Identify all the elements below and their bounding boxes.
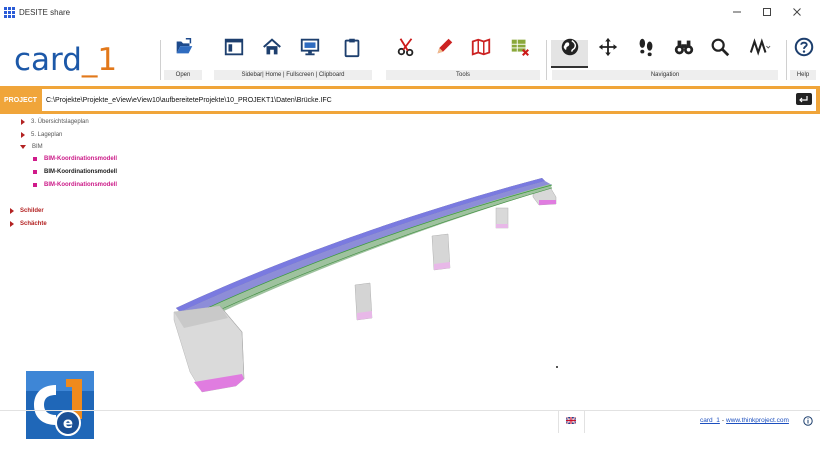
tree-item-bim-model[interactable]: BIM-Koordinationsmodell xyxy=(33,153,117,164)
clipboard-icon xyxy=(344,38,360,58)
ribbon-toolbar: card_1 Open Sidebar| Home | Fullscreen |… xyxy=(0,28,820,82)
bridge-pier xyxy=(431,233,451,271)
binoculars-icon xyxy=(674,40,694,55)
app-grid-icon xyxy=(4,7,15,18)
project-bar: PROJECT C:\Projekte\Projekte_eView\eView… xyxy=(0,86,820,114)
project-path-field[interactable]: C:\Projekte\Projekte_eView\eView10\aufbe… xyxy=(42,89,816,111)
group-label-view: Sidebar| Home | Fullscreen | Clipboard xyxy=(214,70,372,80)
markup-button[interactable] xyxy=(428,30,460,64)
tree-item-bim[interactable]: BIM xyxy=(20,141,43,152)
card1-link[interactable]: card_1 xyxy=(700,417,720,424)
window-title: DESITE share xyxy=(19,7,71,17)
fullscreen-button[interactable] xyxy=(294,30,326,64)
footer-separator: - xyxy=(721,417,725,424)
move-arrows-icon xyxy=(598,37,618,57)
tree-item-label: 3. Übersichtslageplan xyxy=(31,118,89,125)
expand-arrow-icon[interactable] xyxy=(10,207,14,214)
tree-item-label: BIM xyxy=(32,143,43,150)
help-button[interactable] xyxy=(788,30,820,64)
ribbon-divider xyxy=(786,40,787,80)
tree-item-label: 5. Lageplan xyxy=(31,131,63,138)
pencil-icon xyxy=(437,38,453,54)
tree-item-bim-model[interactable]: BIM-Koordinationsmodell xyxy=(33,166,117,177)
group-label-tools: Tools xyxy=(386,70,540,80)
cut-button[interactable] xyxy=(390,30,422,64)
bridge-pier xyxy=(495,207,509,229)
ribbon-divider xyxy=(160,40,161,80)
card1-brand-logo: card_1 xyxy=(14,42,118,78)
tree-item-schaechte[interactable]: Schächte xyxy=(10,218,47,229)
table-delete-icon xyxy=(511,39,529,56)
orbit-button[interactable] xyxy=(554,30,586,64)
magnifier-icon xyxy=(711,38,730,57)
table-delete-button[interactable] xyxy=(504,30,536,64)
project-path-text: C:\Projekte\Projekte_eView\eView10\aufbe… xyxy=(46,96,332,104)
thinkproject-link[interactable]: www.thinkproject.com xyxy=(726,417,789,424)
bridge-pier xyxy=(354,282,373,321)
status-divider xyxy=(584,411,585,433)
walk-button[interactable] xyxy=(630,30,662,64)
status-bar: card_1 - www.thinkproject.com xyxy=(0,410,820,433)
sidebar-button[interactable] xyxy=(218,30,250,64)
mode-dropdown-button[interactable] xyxy=(744,30,776,64)
tree-item-bim-model[interactable]: BIM-Koordinationsmodell xyxy=(33,179,117,190)
tree-item-label: Schilder xyxy=(20,207,44,214)
title-bar: DESITE share xyxy=(0,0,820,24)
zoom-button[interactable] xyxy=(704,30,736,64)
ribbon-divider xyxy=(546,40,547,80)
layer-square-icon xyxy=(33,182,37,187)
home-button[interactable] xyxy=(256,30,288,64)
expand-arrow-icon[interactable] xyxy=(21,131,25,138)
bridge-abutment xyxy=(173,305,245,393)
map-icon xyxy=(471,38,491,56)
home-icon xyxy=(263,38,281,55)
axis-marker xyxy=(556,366,558,368)
tree-item-label: BIM-Koordinationsmodell xyxy=(44,181,117,188)
tree-item-lageplan[interactable]: 5. Lageplan xyxy=(21,129,62,140)
tree-item-label: Schächte xyxy=(20,220,47,227)
project-label: PROJECT xyxy=(4,96,38,104)
close-button[interactable] xyxy=(782,0,812,24)
group-label-open: Open xyxy=(164,70,202,80)
sidebar-window-icon xyxy=(224,38,244,56)
tree-item-uebersichtslageplan[interactable]: 3. Übersichtslageplan xyxy=(21,116,89,127)
tree-item-schilder[interactable]: Schilder xyxy=(10,205,44,216)
help-circle-icon xyxy=(794,37,814,57)
close-icon xyxy=(793,8,801,16)
minimize-button[interactable] xyxy=(722,0,752,24)
open-folder-icon xyxy=(176,38,193,54)
fullscreen-monitor-icon xyxy=(300,38,320,56)
fly-button[interactable] xyxy=(668,30,700,64)
tree-item-label: BIM-Koordinationsmodell xyxy=(44,168,117,175)
globe-icon xyxy=(561,38,579,56)
window-controls xyxy=(722,0,812,24)
enter-arrow-icon xyxy=(799,95,808,102)
tree-item-label: BIM-Koordinationsmodell xyxy=(44,155,117,162)
group-label-help: Help xyxy=(790,70,816,80)
maximize-button[interactable] xyxy=(752,0,782,24)
status-divider xyxy=(558,411,559,433)
map-button[interactable] xyxy=(465,30,497,64)
info-icon[interactable] xyxy=(803,416,813,426)
group-label-navigation: Navigation xyxy=(552,70,778,80)
clipboard-button[interactable] xyxy=(336,30,368,64)
footsteps-icon xyxy=(639,38,653,57)
footer-links: card_1 - www.thinkproject.com xyxy=(700,417,789,424)
zigzag-mode-icon xyxy=(749,38,771,56)
3d-viewport[interactable] xyxy=(150,160,570,400)
layer-square-icon xyxy=(33,156,37,161)
scissors-icon xyxy=(397,38,414,57)
expand-arrow-icon[interactable] xyxy=(21,118,25,125)
minimize-icon xyxy=(733,11,741,13)
uk-flag-icon[interactable] xyxy=(566,417,576,424)
open-button[interactable] xyxy=(168,30,200,64)
enter-key-button[interactable] xyxy=(796,93,812,105)
collapse-arrow-icon[interactable] xyxy=(20,144,26,149)
pan-button[interactable] xyxy=(592,30,624,64)
expand-arrow-icon[interactable] xyxy=(10,220,14,227)
layer-square-icon xyxy=(33,169,37,174)
maximize-icon xyxy=(763,8,771,16)
